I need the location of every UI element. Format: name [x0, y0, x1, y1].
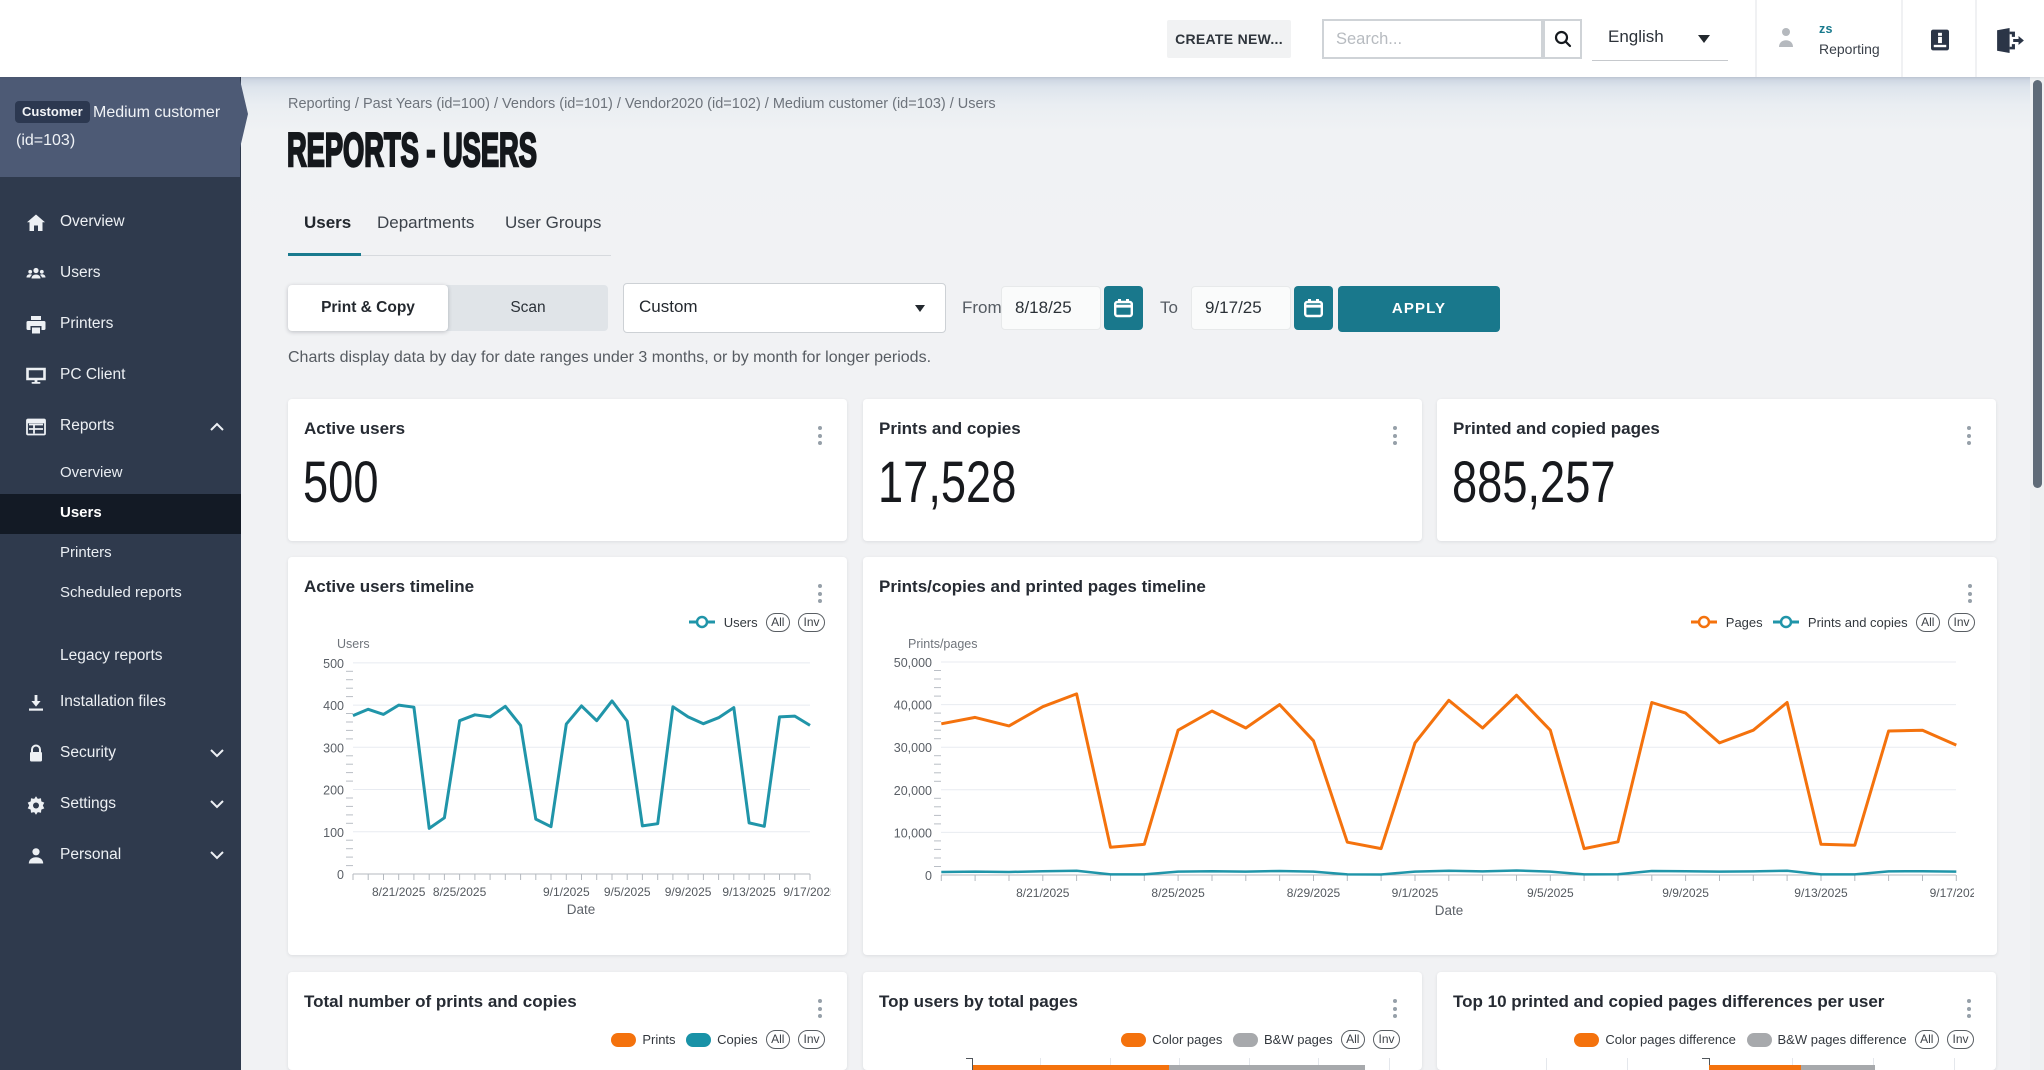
- svg-text:30,000: 30,000: [894, 741, 932, 755]
- svg-text:8/29/2025: 8/29/2025: [1287, 886, 1341, 900]
- svg-text:Date: Date: [1435, 903, 1464, 918]
- svg-text:400: 400: [323, 699, 344, 713]
- svg-text:0: 0: [925, 869, 932, 883]
- svg-text:8/25/2025: 8/25/2025: [1151, 886, 1205, 900]
- svg-text:9/13/2025: 9/13/2025: [722, 885, 776, 899]
- svg-text:Date: Date: [567, 902, 596, 917]
- svg-text:100: 100: [323, 826, 344, 840]
- svg-text:9/5/2025: 9/5/2025: [604, 885, 651, 899]
- svg-text:10,000: 10,000: [894, 826, 932, 840]
- svg-text:8/25/2025: 8/25/2025: [433, 885, 487, 899]
- svg-text:20,000: 20,000: [894, 784, 932, 798]
- svg-text:0: 0: [337, 868, 344, 882]
- svg-text:500: 500: [323, 657, 344, 671]
- svg-text:8/21/2025: 8/21/2025: [1016, 886, 1070, 900]
- svg-text:9/9/2025: 9/9/2025: [665, 885, 712, 899]
- svg-text:9/17/2025: 9/17/2025: [1930, 886, 1974, 900]
- svg-text:9/1/2025: 9/1/2025: [543, 885, 590, 899]
- svg-text:50,000: 50,000: [894, 656, 932, 670]
- svg-text:9/17/2025: 9/17/2025: [783, 885, 831, 899]
- svg-text:9/9/2025: 9/9/2025: [1662, 886, 1709, 900]
- svg-text:8/21/2025: 8/21/2025: [372, 885, 426, 899]
- svg-text:Users: Users: [337, 637, 370, 651]
- svg-text:40,000: 40,000: [894, 699, 932, 713]
- svg-text:9/1/2025: 9/1/2025: [1392, 886, 1439, 900]
- svg-text:Prints/pages: Prints/pages: [908, 637, 977, 651]
- svg-text:9/13/2025: 9/13/2025: [1794, 886, 1848, 900]
- svg-text:200: 200: [323, 784, 344, 798]
- svg-text:9/5/2025: 9/5/2025: [1527, 886, 1574, 900]
- svg-text:300: 300: [323, 741, 344, 755]
